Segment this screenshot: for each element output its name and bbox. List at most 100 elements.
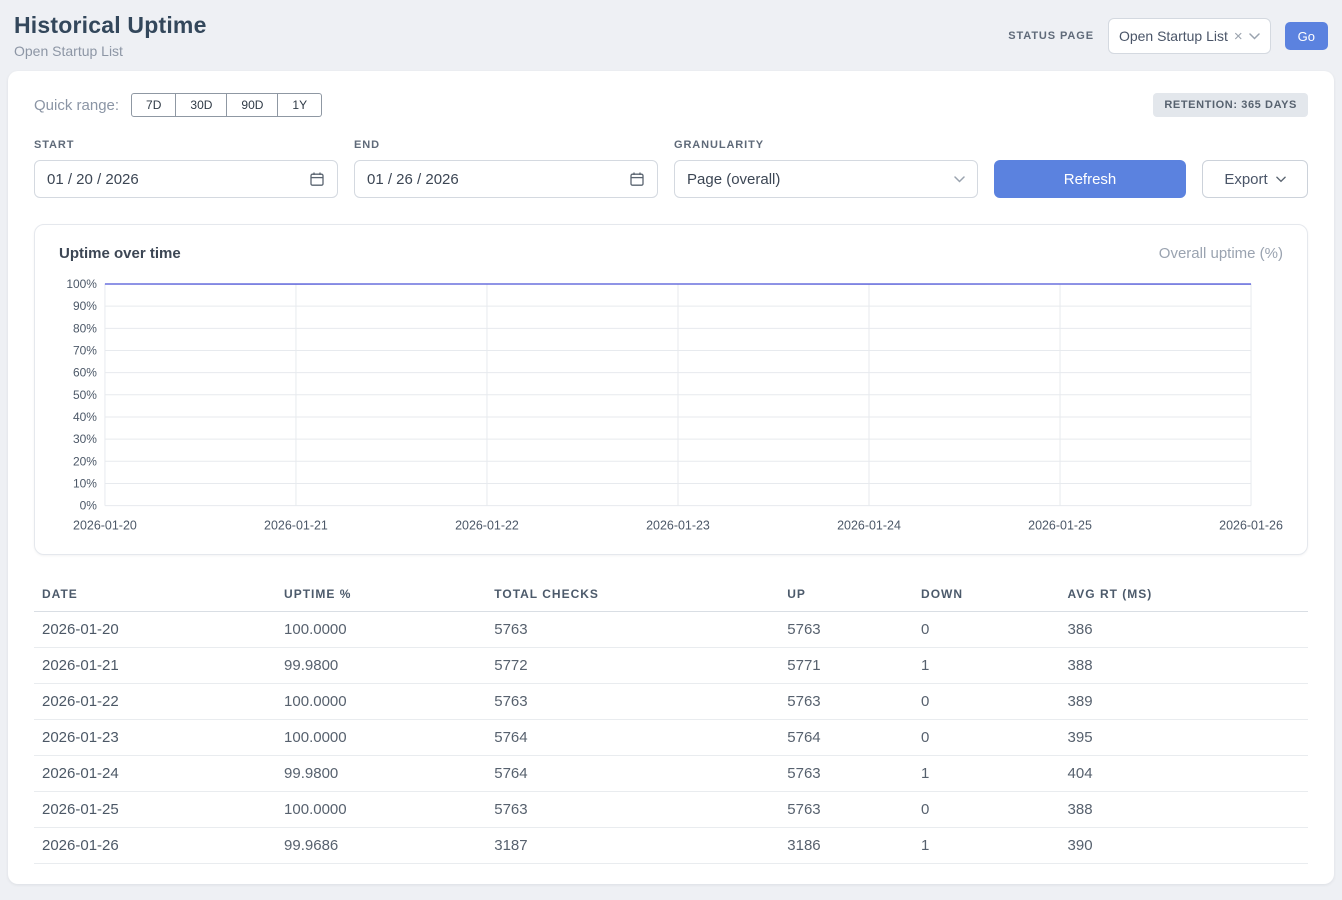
end-date-input[interactable]: 01 / 26 / 2026 (354, 160, 658, 198)
go-button[interactable]: Go (1285, 22, 1328, 50)
col-header-uptime: UPTIME % (276, 577, 486, 612)
cell-avg-rt-ms: 386 (1060, 611, 1308, 647)
x-axis-label: 2026-01-23 (646, 519, 710, 533)
end-date-value: 01 / 26 / 2026 (367, 171, 459, 188)
header-controls: STATUS PAGE Open Startup List × Go (1008, 18, 1328, 54)
table-row: 2026-01-20100.0000576357630386 (34, 611, 1308, 647)
y-axis-label: 10% (73, 476, 97, 490)
chevron-down-icon (1249, 33, 1260, 40)
cell-uptime: 99.9800 (276, 647, 486, 683)
cell-date: 2026-01-20 (34, 611, 276, 647)
x-axis-label: 2026-01-24 (837, 519, 901, 533)
status-page-select[interactable]: Open Startup List × (1108, 18, 1271, 54)
cell-uptime: 100.0000 (276, 791, 486, 827)
cell-total-checks: 3187 (486, 827, 779, 863)
cell-date: 2026-01-22 (34, 683, 276, 719)
x-axis-label: 2026-01-22 (455, 519, 519, 533)
calendar-icon[interactable] (309, 171, 325, 187)
cell-uptime: 100.0000 (276, 719, 486, 755)
page-title: Historical Uptime (14, 12, 207, 39)
cell-uptime: 99.9800 (276, 755, 486, 791)
y-axis-label: 0% (80, 499, 98, 513)
granularity-field: GRANULARITY Page (overall) (674, 139, 978, 198)
export-button-label: Export (1224, 171, 1267, 188)
main-panel: Quick range: 7D30D90D1Y RETENTION: 365 D… (8, 71, 1334, 884)
cell-avg-rt-ms: 388 (1060, 647, 1308, 683)
export-button[interactable]: Export (1202, 160, 1308, 198)
cell-date: 2026-01-24 (34, 755, 276, 791)
cell-total-checks: 5764 (486, 755, 779, 791)
page-subtitle: Open Startup List (14, 43, 207, 59)
cell-down: 1 (913, 827, 1060, 863)
refresh-button[interactable]: Refresh (994, 160, 1186, 198)
cell-down: 0 (913, 683, 1060, 719)
cell-avg-rt-ms: 404 (1060, 755, 1308, 791)
uptime-table: DATEUPTIME %TOTAL CHECKSUPDOWNAVG RT (MS… (34, 577, 1308, 864)
cell-up: 5771 (779, 647, 913, 683)
y-axis-label: 50% (73, 388, 97, 402)
cell-total-checks: 5763 (486, 611, 779, 647)
start-date-input[interactable]: 01 / 20 / 2026 (34, 160, 338, 198)
title-block: Historical Uptime Open Startup List (14, 12, 207, 59)
chart-legend: Overall uptime (%) (1159, 245, 1283, 262)
x-axis-label: 2026-01-21 (264, 519, 328, 533)
cell-up: 5763 (779, 791, 913, 827)
table-row: 2026-01-23100.0000576457640395 (34, 719, 1308, 755)
cell-total-checks: 5763 (486, 791, 779, 827)
status-page-label: STATUS PAGE (1008, 30, 1094, 42)
table-row: 2026-01-2699.9686318731861390 (34, 827, 1308, 863)
cell-avg-rt-ms: 388 (1060, 791, 1308, 827)
chevron-down-icon (1276, 176, 1286, 183)
quick-range-30d[interactable]: 30D (176, 93, 227, 117)
cell-uptime: 100.0000 (276, 611, 486, 647)
y-axis-label: 20% (73, 454, 97, 468)
cell-date: 2026-01-21 (34, 647, 276, 683)
cell-total-checks: 5764 (486, 719, 779, 755)
clear-selection-icon[interactable]: × (1234, 29, 1243, 44)
chart-header: Uptime over time Overall uptime (%) (59, 245, 1283, 262)
cell-up: 5763 (779, 755, 913, 791)
cell-date: 2026-01-25 (34, 791, 276, 827)
col-header-date: DATE (34, 577, 276, 612)
cell-total-checks: 5763 (486, 683, 779, 719)
table-row: 2026-01-2499.9800576457631404 (34, 755, 1308, 791)
status-page-select-value: Open Startup List (1119, 28, 1228, 44)
start-date-value: 01 / 20 / 2026 (47, 171, 139, 188)
col-header-total-checks: TOTAL CHECKS (486, 577, 779, 612)
quick-range-1y[interactable]: 1Y (278, 93, 322, 117)
table-header-row: DATEUPTIME %TOTAL CHECKSUPDOWNAVG RT (MS… (34, 577, 1308, 612)
end-date-field: END 01 / 26 / 2026 (354, 139, 658, 198)
y-axis-label: 60% (73, 366, 97, 380)
granularity-select[interactable]: Page (overall) (674, 160, 978, 198)
quick-range-7d[interactable]: 7D (131, 93, 176, 117)
x-axis-label: 2026-01-25 (1028, 519, 1092, 533)
quick-range-label: Quick range: (34, 97, 119, 114)
y-axis-label: 90% (73, 299, 97, 313)
cell-date: 2026-01-26 (34, 827, 276, 863)
quick-range-90d[interactable]: 90D (227, 93, 278, 117)
cell-up: 5764 (779, 719, 913, 755)
cell-total-checks: 5772 (486, 647, 779, 683)
cell-uptime: 100.0000 (276, 683, 486, 719)
calendar-icon[interactable] (629, 171, 645, 187)
granularity-select-value: Page (overall) (687, 171, 780, 188)
page: Historical Uptime Open Startup List STAT… (0, 0, 1342, 900)
cell-up: 5763 (779, 611, 913, 647)
cell-down: 1 (913, 755, 1060, 791)
cell-down: 1 (913, 647, 1060, 683)
table-row: 2026-01-22100.0000576357630389 (34, 683, 1308, 719)
chart-card: Uptime over time Overall uptime (%) 0% 10… (34, 224, 1308, 555)
col-header-up: UP (779, 577, 913, 612)
y-axis-label: 80% (73, 321, 97, 335)
y-axis-label: 30% (73, 432, 97, 446)
cell-date: 2026-01-23 (34, 719, 276, 755)
chevron-down-icon (954, 176, 965, 183)
cell-down: 0 (913, 611, 1060, 647)
table-row: 2026-01-2199.9800577257711388 (34, 647, 1308, 683)
chart-title: Uptime over time (59, 245, 181, 262)
uptime-chart: 0%10%20%30%40%50%60%70%80%90%100%2026-01… (59, 276, 1283, 542)
start-date-field: START 01 / 20 / 2026 (34, 139, 338, 198)
page-header: Historical Uptime Open Startup List STAT… (8, 10, 1334, 71)
start-date-label: START (34, 139, 338, 151)
cell-avg-rt-ms: 395 (1060, 719, 1308, 755)
